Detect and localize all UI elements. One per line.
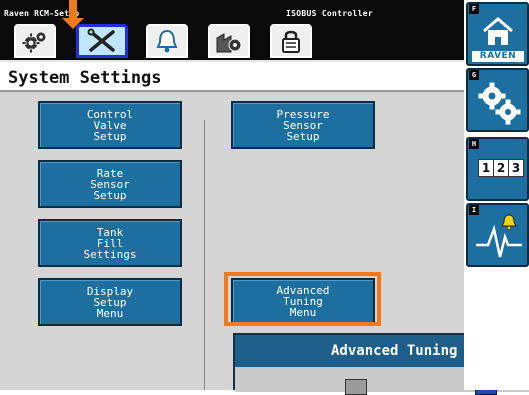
button-label-line: Pressure xyxy=(276,107,330,121)
button-label-line: Sensor xyxy=(283,118,323,132)
pressure-sensor-setup-button[interactable]: Pressure Sensor Setup xyxy=(231,101,375,149)
factory-gear-icon xyxy=(216,33,242,53)
digit-3: 3 xyxy=(508,159,524,177)
page-title: System Settings xyxy=(8,68,162,88)
button-label-line: Setup xyxy=(93,295,127,309)
advanced-tuning-highlight xyxy=(224,272,381,326)
button-label-line: Valve xyxy=(93,118,127,132)
softkey-settings[interactable]: G xyxy=(466,68,529,132)
softkey-numeric-entry[interactable]: H 1 2 3 xyxy=(466,137,529,201)
tab-factory-settings[interactable] xyxy=(208,24,250,58)
digit-2: 2 xyxy=(493,159,509,177)
pointer-arrow-head xyxy=(62,18,84,29)
button-label-line: Sensor xyxy=(90,177,130,191)
rate-sensor-setup-button[interactable]: Rate Sensor Setup xyxy=(38,160,182,208)
tab-tools[interactable] xyxy=(76,24,128,58)
app-title: Raven RCM-Setup xyxy=(4,9,80,18)
tab-gears[interactable] xyxy=(14,24,56,58)
display-setup-menu-button[interactable]: Display Setup Menu xyxy=(38,278,182,326)
control-valve-setup-button[interactable]: Control Valve Setup xyxy=(38,101,182,149)
sub-window-grey-button[interactable] xyxy=(345,379,367,395)
softkey-letter: F xyxy=(469,4,479,14)
button-label-line: Fill xyxy=(96,236,124,250)
alarm-waveform-icon xyxy=(476,214,522,258)
button-label-line: Setup xyxy=(93,188,127,202)
wrench-screwdriver-icon xyxy=(87,28,115,52)
button-label-line: Display xyxy=(86,284,134,298)
button-label-line: Rate xyxy=(96,166,124,180)
column-divider xyxy=(204,120,205,390)
padlock-icon xyxy=(282,30,300,53)
button-label-line: Settings xyxy=(83,247,137,261)
gears-icon xyxy=(478,82,521,125)
softkey-letter: H xyxy=(469,139,479,149)
softkey-alarm[interactable]: I xyxy=(466,203,529,267)
home-icon xyxy=(483,17,513,45)
digit-1: 1 xyxy=(478,159,494,177)
advanced-tuning-window-title: Advanced Tuning xyxy=(331,343,458,359)
controller-title: ISOBUS Controller xyxy=(286,9,373,18)
page-header: System Settings xyxy=(0,60,464,92)
tab-lock[interactable] xyxy=(270,24,312,58)
button-label-line: Tank xyxy=(96,225,124,239)
tab-alarms[interactable] xyxy=(146,24,188,58)
softkey-home[interactable]: F RAVEN xyxy=(466,2,529,66)
bell-icon xyxy=(156,29,178,53)
button-label-line: Setup xyxy=(93,129,127,143)
tank-fill-settings-button[interactable]: Tank Fill Settings xyxy=(38,219,182,267)
button-label-line: Control xyxy=(86,107,134,121)
button-label-line: Setup xyxy=(286,129,320,143)
button-label-line: Menu xyxy=(96,306,124,320)
gears-icon xyxy=(21,31,47,53)
raven-logo-text: RAVEN xyxy=(472,51,524,62)
